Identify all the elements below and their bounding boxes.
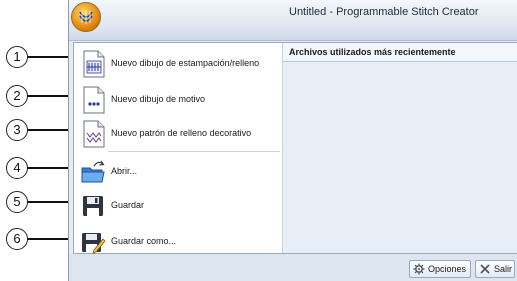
ribbon-strip bbox=[69, 26, 517, 41]
callout-number: 5 bbox=[6, 191, 28, 213]
menu-footer: Opciones Salir bbox=[69, 254, 517, 281]
menu-item-label: Nuevo dibujo de motivo bbox=[111, 94, 206, 104]
menu-separator bbox=[108, 151, 280, 152]
app-logo-icon bbox=[79, 10, 93, 24]
application-menu-button[interactable] bbox=[71, 2, 101, 32]
recent-files-header: Archivos utilizados más recientemente bbox=[283, 43, 517, 62]
new-motif-pattern-icon bbox=[83, 86, 105, 114]
callout-number: 3 bbox=[6, 119, 28, 141]
new-stamp-fill-pattern-icon bbox=[83, 50, 105, 78]
exit-label: Salir bbox=[494, 264, 513, 274]
menu-item-label: Nuevo patrón de relleno decorativo bbox=[111, 128, 252, 138]
application-menu-panel: Nuevo dibujo de estampación/relleno Nuev… bbox=[73, 42, 517, 254]
callout-number: 2 bbox=[6, 85, 28, 107]
exit-button[interactable]: Salir bbox=[475, 260, 515, 278]
options-button[interactable]: Opciones bbox=[409, 260, 471, 278]
menu-item-label: Nuevo dibujo de estampación/relleno bbox=[111, 58, 260, 68]
open-folder-icon bbox=[81, 160, 105, 183]
callout-number: 1 bbox=[6, 46, 28, 68]
window-title: Untitled - Programmable Stitch Creator bbox=[289, 6, 479, 18]
close-icon bbox=[480, 264, 490, 274]
application-window: Untitled - Programmable Stitch Creator N… bbox=[68, 0, 517, 281]
title-bar: Untitled - Programmable Stitch Creator bbox=[69, 0, 517, 26]
save-as-icon bbox=[82, 233, 106, 254]
menu-item-label: Abrir... bbox=[111, 166, 138, 176]
menu-item-label: Guardar como... bbox=[111, 236, 177, 246]
gear-icon bbox=[413, 263, 425, 275]
save-disk-icon bbox=[83, 196, 103, 216]
menu-item-save[interactable]: Guardar bbox=[74, 189, 282, 223]
recent-files-panel: Archivos utilizados más recientemente bbox=[283, 43, 517, 253]
callout-number: 4 bbox=[6, 157, 28, 179]
callout-number: 6 bbox=[6, 228, 28, 250]
menu-commands: Nuevo dibujo de estampación/relleno Nuev… bbox=[74, 43, 283, 254]
menu-item-new-motif[interactable]: Nuevo dibujo de motivo bbox=[74, 83, 282, 117]
options-label: Opciones bbox=[428, 264, 467, 274]
menu-item-label: Guardar bbox=[111, 200, 145, 210]
menu-item-new-stamp-fill[interactable]: Nuevo dibujo de estampación/relleno bbox=[74, 47, 282, 81]
menu-item-new-decorative-fill[interactable]: Nuevo patrón de relleno decorativo bbox=[74, 117, 282, 151]
menu-item-open[interactable]: Abrir... bbox=[74, 155, 282, 189]
new-decorative-fill-icon bbox=[83, 120, 105, 148]
